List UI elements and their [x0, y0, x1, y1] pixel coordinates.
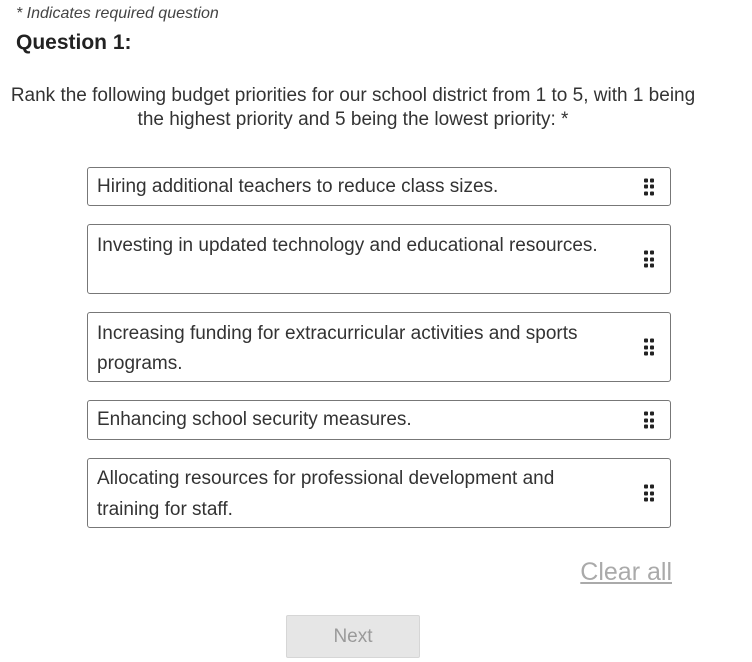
question-text: Rank the following budget priorities for…: [10, 85, 696, 130]
rank-item[interactable]: Hiring additional teachers to reduce cla…: [87, 167, 671, 206]
required-question-note: * Indicates required question: [16, 5, 219, 22]
next-button[interactable]: Next: [286, 615, 420, 658]
rank-item-label: Enhancing school security measures.: [97, 409, 412, 430]
clear-all-link[interactable]: Clear all: [580, 557, 672, 587]
drag-handle-icon[interactable]: [644, 338, 654, 356]
rank-item[interactable]: Allocating resources for professional de…: [87, 458, 671, 528]
drag-handle-icon[interactable]: [644, 250, 654, 268]
question-title: Question 1:: [16, 31, 132, 54]
rank-item[interactable]: Increasing funding for extracurricular a…: [87, 312, 671, 382]
rank-item[interactable]: Enhancing school security measures.: [87, 400, 671, 440]
survey-page: * Indicates required question Question 1…: [0, 0, 752, 662]
drag-handle-icon[interactable]: [644, 178, 654, 195]
rank-item-label: Hiring additional teachers to reduce cla…: [97, 176, 499, 197]
drag-handle-icon[interactable]: [644, 484, 654, 502]
rank-item-label: Allocating resources for professional de…: [97, 468, 555, 520]
rank-item-label: Increasing funding for extracurricular a…: [97, 323, 578, 374]
drag-handle-icon[interactable]: [644, 411, 654, 429]
rank-item-label: Investing in updated technology and educ…: [97, 235, 598, 256]
rank-item[interactable]: Investing in updated technology and educ…: [87, 224, 671, 294]
